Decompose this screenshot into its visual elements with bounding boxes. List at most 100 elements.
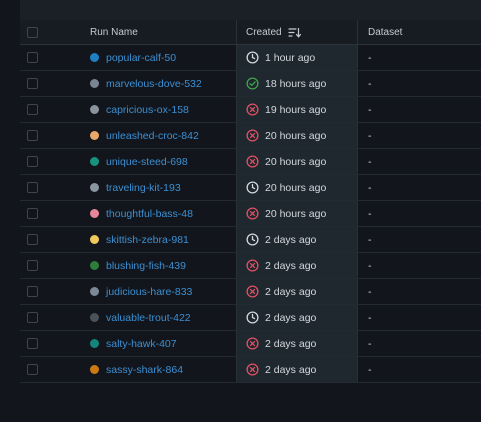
run-color-dot-icon: [90, 209, 99, 218]
run-name-link[interactable]: valuable-trout-422: [106, 312, 191, 324]
row-select-cell: [20, 227, 45, 252]
dataset-cell: -: [358, 357, 481, 382]
dataset-value: -: [368, 337, 372, 350]
created-time: 1 hour ago: [265, 51, 316, 64]
created-cell: 20 hours ago: [236, 149, 358, 174]
clock-icon: [246, 233, 259, 246]
dataset-cell: -: [358, 149, 481, 174]
row-select-cell: [20, 357, 45, 382]
table-row[interactable]: thoughtful-bass-48 20 hours ago -: [20, 201, 481, 227]
run-color-dot-icon: [90, 235, 99, 244]
table-row[interactable]: traveling-kit-193 20 hours ago -: [20, 175, 481, 201]
run-name-cell: judicious-hare-833: [80, 279, 235, 304]
row-checkbox[interactable]: [27, 338, 38, 349]
run-name-header[interactable]: Run Name: [80, 20, 235, 44]
dataset-value: -: [368, 207, 372, 220]
run-name-link[interactable]: salty-hawk-407: [106, 338, 177, 350]
sort-descending-icon[interactable]: [287, 27, 301, 38]
created-cell: 2 days ago: [236, 253, 358, 278]
row-checkbox[interactable]: [27, 52, 38, 63]
row-checkbox[interactable]: [27, 312, 38, 323]
table-row[interactable]: marvelous-dove-532 18 hours ago -: [20, 71, 481, 97]
run-name-link[interactable]: popular-calf-50: [106, 52, 176, 64]
run-name-link[interactable]: traveling-kit-193: [106, 182, 181, 194]
row-select-cell: [20, 97, 45, 122]
created-time: 2 days ago: [265, 337, 317, 350]
created-cell: 2 days ago: [236, 305, 358, 330]
dataset-cell: -: [358, 71, 481, 96]
row-checkbox[interactable]: [27, 104, 38, 115]
row-select-cell: [20, 279, 45, 304]
dataset-cell: -: [358, 331, 481, 356]
run-color-dot-icon: [90, 287, 99, 296]
row-checkbox[interactable]: [27, 260, 38, 271]
x-circle-icon: [246, 363, 259, 376]
table-row[interactable]: unleashed-croc-842 20 hours ago -: [20, 123, 481, 149]
run-name-link[interactable]: skittish-zebra-981: [106, 234, 189, 246]
created-time: 2 days ago: [265, 233, 317, 246]
table-row[interactable]: sassy-shark-864 2 days ago -: [20, 357, 481, 383]
created-header-label: Created: [246, 26, 282, 38]
created-time: 20 hours ago: [265, 129, 327, 142]
run-name-link[interactable]: capricious-ox-158: [106, 104, 189, 116]
row-checkbox[interactable]: [27, 156, 38, 167]
dataset-value: -: [368, 181, 372, 194]
row-checkbox[interactable]: [27, 234, 38, 245]
x-circle-icon: [246, 155, 259, 168]
row-checkbox[interactable]: [27, 78, 38, 89]
row-select-cell: [20, 201, 45, 226]
created-cell: 19 hours ago: [236, 97, 358, 122]
run-name-cell: traveling-kit-193: [80, 175, 235, 200]
run-name-link[interactable]: unleashed-croc-842: [106, 130, 199, 142]
table-row[interactable]: unique-steed-698 20 hours ago -: [20, 149, 481, 175]
run-color-dot-icon: [90, 183, 99, 192]
runs-table: Run Name Created Dataset popular-calf-50…: [20, 20, 481, 383]
dataset-value: -: [368, 363, 372, 376]
run-color-dot-icon: [90, 261, 99, 270]
x-circle-icon: [246, 285, 259, 298]
table-row[interactable]: valuable-trout-422 2 days ago -: [20, 305, 481, 331]
x-circle-icon: [246, 337, 259, 350]
run-name-cell: valuable-trout-422: [80, 305, 235, 330]
row-checkbox[interactable]: [27, 286, 38, 297]
dataset-cell: -: [358, 45, 481, 70]
row-checkbox[interactable]: [27, 130, 38, 141]
created-cell: 20 hours ago: [236, 201, 358, 226]
row-checkbox[interactable]: [27, 182, 38, 193]
run-name-link[interactable]: unique-steed-698: [106, 156, 188, 168]
created-time: 20 hours ago: [265, 155, 327, 168]
created-cell: 20 hours ago: [236, 175, 358, 200]
dataset-value: -: [368, 155, 372, 168]
run-color-dot-icon: [90, 79, 99, 88]
table-row[interactable]: skittish-zebra-981 2 days ago -: [20, 227, 481, 253]
run-name-cell: unleashed-croc-842: [80, 123, 235, 148]
x-circle-icon: [246, 129, 259, 142]
table-header: Run Name Created Dataset: [20, 20, 481, 45]
dataset-cell: -: [358, 253, 481, 278]
run-color-dot-icon: [90, 53, 99, 62]
table-row[interactable]: salty-hawk-407 2 days ago -: [20, 331, 481, 357]
dataset-header[interactable]: Dataset: [358, 20, 481, 44]
run-name-link[interactable]: thoughtful-bass-48: [106, 208, 193, 220]
dataset-cell: -: [358, 175, 481, 200]
dataset-value: -: [368, 259, 372, 272]
row-checkbox[interactable]: [27, 208, 38, 219]
created-cell: 2 days ago: [236, 357, 358, 382]
run-name-cell: blushing-fish-439: [80, 253, 235, 278]
dataset-cell: -: [358, 279, 481, 304]
x-circle-icon: [246, 207, 259, 220]
run-name-cell: sassy-shark-864: [80, 357, 235, 382]
table-body: popular-calf-50 1 hour ago - marvelous-d…: [20, 45, 481, 383]
run-name-link[interactable]: blushing-fish-439: [106, 260, 186, 272]
select-all-checkbox[interactable]: [27, 26, 38, 38]
table-row[interactable]: blushing-fish-439 2 days ago -: [20, 253, 481, 279]
table-row[interactable]: judicious-hare-833 2 days ago -: [20, 279, 481, 305]
table-row[interactable]: capricious-ox-158 19 hours ago -: [20, 97, 481, 123]
created-header[interactable]: Created: [236, 20, 358, 44]
run-name-link[interactable]: marvelous-dove-532: [106, 78, 202, 90]
run-name-link[interactable]: sassy-shark-864: [106, 364, 183, 376]
table-row[interactable]: popular-calf-50 1 hour ago -: [20, 45, 481, 71]
row-checkbox[interactable]: [27, 364, 38, 375]
top-toolbar-strip: [20, 0, 481, 21]
run-name-link[interactable]: judicious-hare-833: [106, 286, 192, 298]
